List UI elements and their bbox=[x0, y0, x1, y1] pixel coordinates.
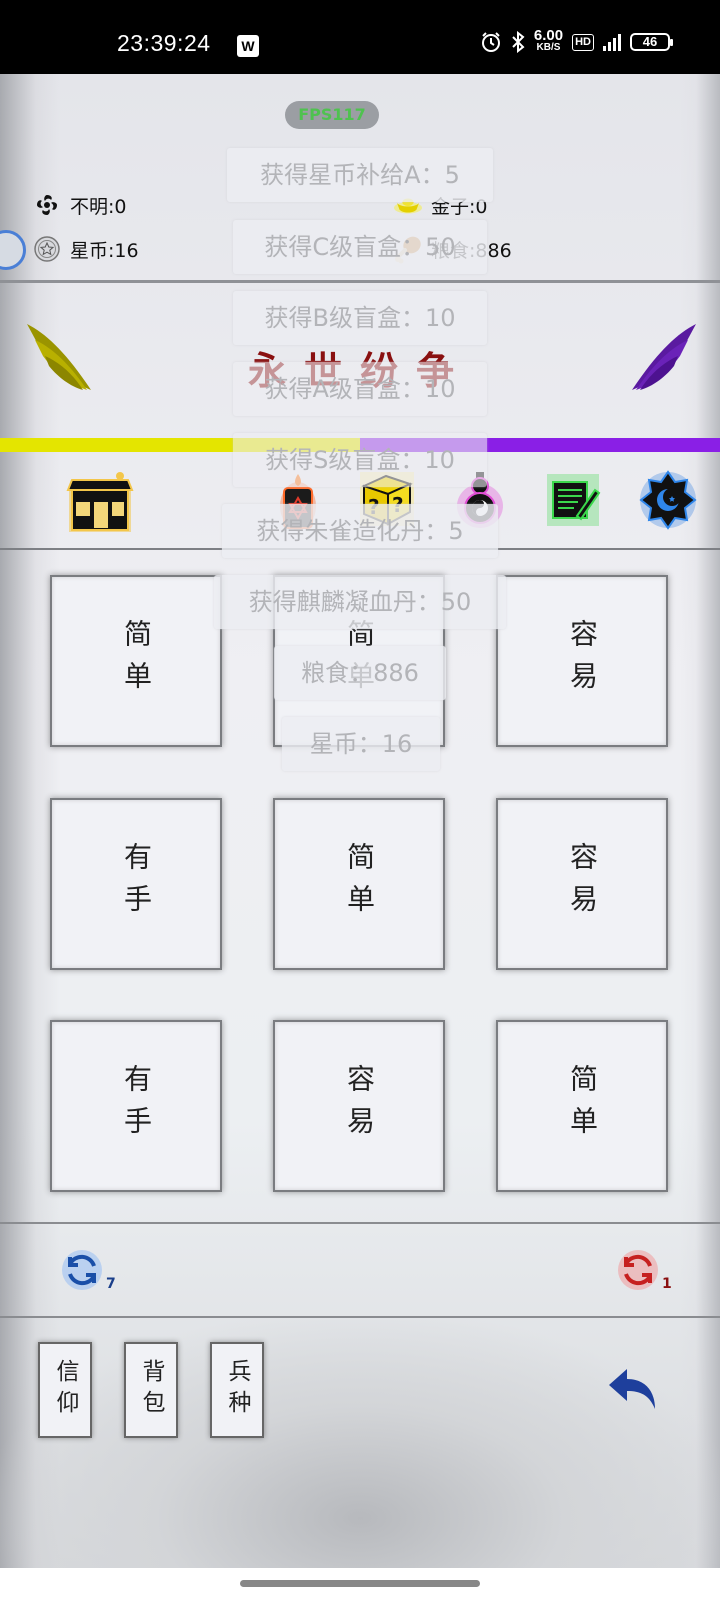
faith-button[interactable]: 信仰 bbox=[38, 1342, 92, 1438]
scroll-icon[interactable] bbox=[545, 472, 601, 528]
toast-message: 获得朱雀造化丹：5 bbox=[222, 504, 498, 558]
refresh-right-count: 1 bbox=[662, 1276, 672, 1292]
toast-message: 获得B级盲盒：10 bbox=[233, 291, 487, 345]
spiral-icon bbox=[32, 190, 62, 220]
grid-cell-6[interactable]: 容易 bbox=[496, 798, 668, 970]
hd-icon: HD bbox=[572, 33, 594, 51]
refresh-left-count: 7 bbox=[106, 1276, 116, 1292]
battery-icon: 46 bbox=[630, 33, 673, 51]
fps-counter: FPS117 bbox=[285, 101, 379, 129]
home-indicator[interactable] bbox=[240, 1580, 480, 1587]
grid-cell-1[interactable]: 简单 bbox=[50, 575, 222, 747]
refresh-left-button[interactable]: 7 bbox=[60, 1248, 116, 1292]
alarm-icon bbox=[481, 32, 500, 52]
toast-message: 星币：16 bbox=[282, 717, 440, 771]
star-coin-value: 星币:16 bbox=[70, 239, 139, 262]
grid-cell-7[interactable]: 有手 bbox=[50, 1020, 222, 1192]
red-refresh-icon bbox=[618, 1250, 658, 1290]
back-arrow-icon bbox=[609, 1369, 655, 1409]
status-bar: 23:39:24 W 6.00 KB/S HD 46 bbox=[0, 0, 720, 74]
signal-icon bbox=[603, 33, 621, 51]
toast-message: 获得麒麟凝血丹：50 bbox=[214, 575, 506, 629]
bag-button[interactable]: 背包 bbox=[124, 1342, 178, 1438]
shop-icon[interactable] bbox=[66, 468, 134, 536]
app-notification-icon: W bbox=[237, 35, 259, 57]
toast-message: 获得C级盲盒：50 bbox=[233, 220, 487, 274]
blue-refresh-icon bbox=[62, 1250, 102, 1290]
troops-button[interactable]: 兵种 bbox=[210, 1342, 264, 1438]
grid-cell-4[interactable]: 有手 bbox=[50, 798, 222, 970]
resource-unknown: 不明:0 bbox=[32, 190, 127, 220]
star-coin-icon bbox=[32, 234, 62, 264]
grid-cell-8[interactable]: 容易 bbox=[273, 1020, 445, 1192]
toast-message: 获得A级盲盒：10 bbox=[233, 362, 487, 416]
background-bottom-mist bbox=[0, 1320, 720, 1568]
grid-cell-5[interactable]: 简单 bbox=[273, 798, 445, 970]
refresh-right-button[interactable]: 1 bbox=[616, 1248, 672, 1292]
status-icons: 6.00 KB/S HD 46 bbox=[480, 27, 673, 54]
grid-cell-9[interactable]: 简单 bbox=[496, 1020, 668, 1192]
status-time: 23:39:24 bbox=[117, 30, 211, 56]
grid-cell-3[interactable]: 容易 bbox=[496, 575, 668, 747]
star-moon-icon[interactable] bbox=[638, 470, 698, 530]
net-speed: 6.00 KB/S bbox=[533, 27, 564, 53]
unknown-value: 不明:0 bbox=[70, 195, 127, 218]
toast-message: 粮食：886 bbox=[274, 646, 446, 700]
resource-star-coin: 星币:16 bbox=[32, 234, 139, 264]
back-button[interactable] bbox=[605, 1365, 663, 1419]
toast-message: 获得S级盲盒：10 bbox=[233, 433, 487, 487]
toast-message: 获得星币补给A：5 bbox=[227, 148, 493, 202]
bluetooth-icon bbox=[512, 31, 525, 53]
